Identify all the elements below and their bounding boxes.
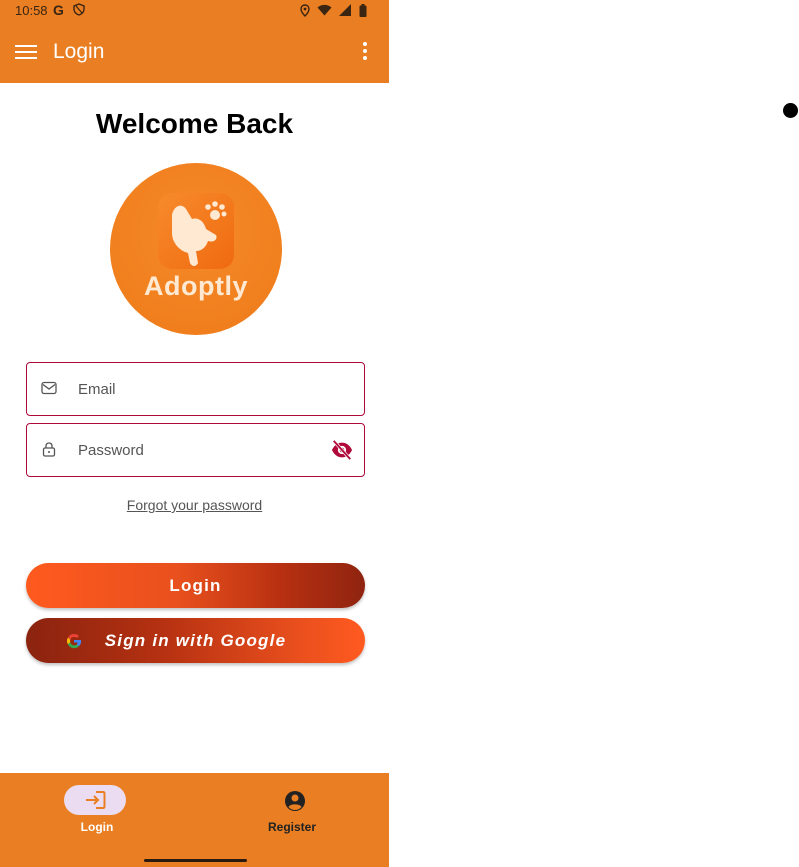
login-arrow-icon [86, 791, 106, 809]
pet-logo-icon [158, 193, 234, 269]
nav-label-login: Login [80, 820, 114, 834]
status-bar: 10:58 G [0, 0, 389, 22]
app-bar: Login [0, 22, 389, 83]
hamburger-menu-icon[interactable] [15, 42, 37, 62]
phone-screen: 10:58 G Login Welcome Back Adoptly Email… [0, 0, 389, 867]
password-input[interactable] [76, 424, 320, 476]
google-icon [67, 633, 82, 649]
location-icon [300, 3, 310, 17]
nav-item-login[interactable]: Login [0, 773, 194, 867]
lock-icon [42, 442, 56, 457]
app-bar-title: Login [53, 40, 105, 63]
password-field[interactable] [26, 423, 365, 477]
nav-item-register[interactable]: Register [195, 773, 389, 867]
mail-icon [41, 381, 57, 395]
google-button-label: Sign in with Google [104, 631, 287, 650]
email-input[interactable] [76, 363, 320, 415]
wifi-icon [317, 4, 332, 16]
status-time: 10:58 [15, 3, 48, 18]
gesture-handle[interactable] [144, 859, 247, 862]
brand-name: Adoptly [144, 271, 248, 301]
shield-status-icon [73, 3, 85, 16]
bottom-navigation: Login Register [0, 773, 389, 867]
welcome-heading: Welcome Back [95, 108, 294, 139]
overflow-menu-icon[interactable] [355, 42, 375, 64]
nav-label-register: Register [267, 820, 317, 834]
signal-icon [339, 4, 351, 16]
email-field[interactable] [26, 362, 365, 416]
visibility-off-icon[interactable] [331, 439, 353, 461]
login-button-label: Login [169, 576, 222, 595]
app-logo: Adoptly [110, 163, 282, 335]
forgot-password-link[interactable]: Forgot your password [0, 497, 389, 513]
account-circle-icon [285, 791, 305, 811]
google-sign-in-button[interactable]: Sign in with Google [26, 618, 365, 663]
login-button[interactable]: Login [26, 563, 365, 608]
status-right-icons [300, 3, 367, 17]
google-status-icon: G [53, 2, 64, 18]
pointer-dot [783, 103, 798, 118]
battery-icon [359, 3, 367, 17]
